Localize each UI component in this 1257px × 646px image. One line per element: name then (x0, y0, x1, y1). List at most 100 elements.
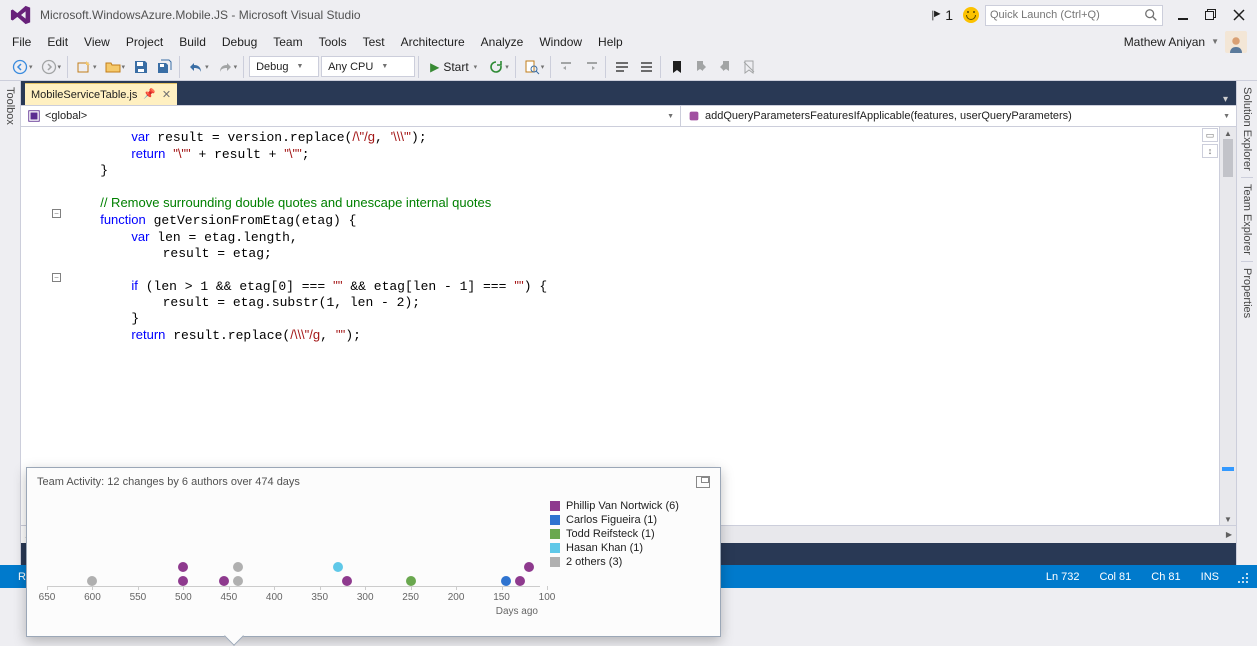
user-name[interactable]: Mathew Aniyan (1124, 35, 1205, 49)
menu-architecture[interactable]: Architecture (393, 30, 473, 53)
menu-test[interactable]: Test (355, 30, 393, 53)
notifications-flag-icon[interactable]: 1 (930, 7, 953, 23)
fold-toggle-icon[interactable]: − (52, 209, 61, 218)
team-explorer-tab[interactable]: Team Explorer (1241, 177, 1253, 261)
status-line: Ln 732 (1036, 571, 1090, 583)
bookmark-button[interactable] (666, 56, 688, 78)
codelens-team-activity-popup: Team Activity: 12 changes by 6 authors o… (26, 467, 721, 637)
chart-legend: Phillip Van Nortwick (6)Carlos Figueira … (550, 488, 710, 632)
menu-view[interactable]: View (76, 30, 118, 53)
chart-dot[interactable] (501, 576, 511, 586)
minimize-button[interactable] (1169, 4, 1197, 26)
solution-platform-dropdown[interactable]: Any CPU▼ (321, 56, 415, 77)
chart-dot[interactable] (87, 576, 97, 586)
scope-dropdown[interactable]: <global> ▼ (21, 106, 681, 126)
menu-analyze[interactable]: Analyze (473, 30, 532, 53)
legend-label: 2 others (3) (566, 556, 622, 568)
find-in-files-button[interactable]: ▾ (521, 56, 548, 78)
quick-launch-input[interactable] (990, 9, 1144, 21)
line-gutter (21, 127, 51, 525)
menu-debug[interactable]: Debug (214, 30, 265, 53)
legend-label: Phillip Van Nortwick (6) (566, 500, 679, 512)
dock-icon[interactable] (696, 476, 710, 488)
user-dropdown-caret-icon[interactable]: ▼ (1211, 37, 1219, 46)
scope-icon (27, 109, 41, 123)
save-button[interactable] (130, 56, 152, 78)
toolbox-tab[interactable]: Toolbox (4, 81, 16, 131)
fold-toggle-icon[interactable]: − (52, 273, 61, 282)
notification-area: 1 (930, 7, 979, 23)
user-avatar[interactable] (1225, 31, 1247, 53)
close-tab-icon[interactable]: ✕ (162, 88, 171, 101)
document-tab-row: MobileServiceTable.js 📌 ✕ ▾ (21, 81, 1236, 105)
chart-dot[interactable] (178, 562, 188, 572)
restore-button[interactable] (1197, 4, 1225, 26)
navigation-bar: <global> ▼ addQueryParametersFeaturesIfA… (21, 105, 1236, 127)
member-dropdown[interactable]: addQueryParametersFeaturesIfApplicable(f… (681, 106, 1236, 126)
chart-axis (47, 586, 540, 587)
legend-swatch (550, 543, 560, 553)
chart-dot[interactable] (233, 562, 243, 572)
split-vertical-icon[interactable]: ↕ (1202, 144, 1218, 158)
scroll-right-icon[interactable]: ▶ (1222, 526, 1236, 543)
outline-column[interactable]: − − (51, 127, 65, 525)
solution-explorer-tab[interactable]: Solution Explorer (1241, 81, 1253, 177)
undo-button[interactable]: ▾ (185, 56, 212, 78)
tab-overflow-caret-icon[interactable]: ▾ (1215, 94, 1236, 105)
uncomment-button[interactable] (635, 56, 657, 78)
codelens-title: Team Activity: 12 changes by 6 authors o… (37, 476, 300, 488)
chart-dot[interactable] (233, 576, 243, 586)
vertical-scrollbar[interactable]: ▲ ▼ (1219, 127, 1236, 525)
chart-dot[interactable] (342, 576, 352, 586)
menu-file[interactable]: File (4, 30, 39, 53)
scroll-up-icon[interactable]: ▲ (1220, 127, 1236, 139)
menu-bar: FileEditViewProjectBuildDebugTeamToolsTe… (0, 30, 1257, 53)
resize-grip-icon[interactable] (1235, 570, 1249, 584)
chart-dot[interactable] (178, 576, 188, 586)
menu-window[interactable]: Window (531, 30, 590, 53)
chart-dot[interactable] (515, 576, 525, 586)
tick-label: 550 (130, 592, 147, 603)
code-body[interactable]: var result = version.replace(/\"/g, '\\\… (65, 127, 1201, 525)
tick-label: 350 (311, 592, 328, 603)
right-side-panel: Solution Explorer Team Explorer Properti… (1236, 81, 1257, 565)
legend-row: Todd Reifsteck (1) (550, 528, 710, 540)
split-horizontal-icon[interactable]: ▭ (1202, 128, 1218, 142)
new-project-button[interactable]: ▾ (73, 56, 100, 78)
code-editor[interactable]: − − var result = version.replace(/\"/g, … (21, 127, 1236, 525)
main-toolbar: ▾ ▾ ▾ ▾ ▾ ▾ Debug▼ Any CPU▼ ▶Start▾ ▾ ▾ (0, 53, 1257, 81)
tick-label: 450 (220, 592, 237, 603)
legend-label: Hasan Khan (1) (566, 542, 643, 554)
selection-marker (1222, 467, 1234, 471)
pin-icon[interactable]: 📌 (143, 89, 155, 100)
navigate-back-button[interactable]: ▾ (9, 56, 36, 78)
browser-refresh-button[interactable]: ▾ (485, 56, 512, 78)
chart-dot[interactable] (524, 562, 534, 572)
open-file-button[interactable]: ▾ (102, 56, 129, 78)
menu-tools[interactable]: Tools (311, 30, 355, 53)
tick-label: 100 (539, 592, 556, 603)
menu-team[interactable]: Team (265, 30, 310, 53)
save-all-button[interactable] (154, 56, 176, 78)
title-bar: Microsoft.WindowsAzure.Mobile.JS - Micro… (0, 0, 1257, 30)
vs-logo-icon (10, 4, 32, 26)
menu-project[interactable]: Project (118, 30, 171, 53)
menu-build[interactable]: Build (171, 30, 214, 53)
redo-button[interactable]: ▾ (214, 56, 241, 78)
close-button[interactable] (1225, 4, 1253, 26)
quick-launch-box[interactable] (985, 5, 1163, 26)
feedback-smile-icon[interactable] (963, 7, 979, 23)
chart-dot[interactable] (219, 576, 229, 586)
menu-edit[interactable]: Edit (39, 30, 76, 53)
start-debug-button[interactable]: ▶Start▾ (424, 60, 483, 74)
properties-tab[interactable]: Properties (1241, 261, 1253, 324)
comment-out-button[interactable] (611, 56, 633, 78)
chart-dot[interactable] (406, 576, 416, 586)
scroll-thumb[interactable] (1223, 139, 1233, 177)
scroll-down-icon[interactable]: ▼ (1220, 513, 1236, 525)
solution-config-dropdown[interactable]: Debug▼ (249, 56, 319, 77)
file-tab-active[interactable]: MobileServiceTable.js 📌 ✕ (25, 83, 177, 105)
chart-dot[interactable] (333, 562, 343, 572)
menu-help[interactable]: Help (590, 30, 631, 53)
navigate-forward-button[interactable]: ▾ (38, 56, 65, 78)
